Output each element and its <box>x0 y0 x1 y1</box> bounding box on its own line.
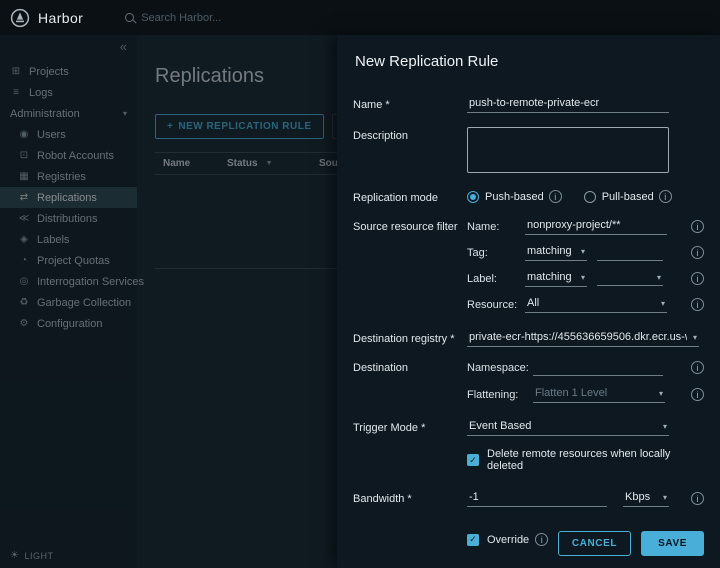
replication-mode-label: Replication mode <box>353 189 467 204</box>
filter-label-label: Label: <box>467 273 525 285</box>
chevron-down-icon: ▾ <box>663 422 667 431</box>
destination-registry-value: private-ecr-https://455636659506.dkr.ecr… <box>469 331 687 343</box>
source-resource-filter-label: Source resource filter <box>353 218 467 322</box>
destination-registry-label: Destination registry * <box>353 330 467 347</box>
bandwidth-unit-value: Kbps <box>625 491 650 503</box>
cancel-button[interactable]: CANCEL <box>558 531 631 556</box>
filter-resource-info-icon[interactable]: i <box>691 298 704 311</box>
chevron-down-icon: ▾ <box>581 273 585 282</box>
trigger-mode-select[interactable]: Event Based ▾ <box>467 419 669 436</box>
app: Harbor « ⊞ Projects ≡ Logs Administratio… <box>0 0 720 568</box>
filter-tag-mode-value: matching <box>527 245 572 257</box>
filter-name-info-icon[interactable]: i <box>691 220 704 233</box>
search-icon <box>125 13 134 22</box>
new-replication-rule-modal: New Replication Rule Name * Description … <box>337 35 720 568</box>
flattening-label: Flattening: <box>467 389 533 401</box>
flattening-info-icon[interactable]: i <box>691 388 704 401</box>
push-based-label: Push-based <box>485 191 544 203</box>
flattening-select[interactable]: Flatten 1 Level ▾ <box>533 386 665 403</box>
search-input[interactable] <box>141 12 291 24</box>
chevron-down-icon: ▾ <box>581 247 585 256</box>
pull-based-radio[interactable] <box>584 191 596 203</box>
chevron-down-icon: ▾ <box>657 273 661 282</box>
description-textarea[interactable] <box>467 127 669 173</box>
filter-label-info-icon[interactable]: i <box>691 272 704 285</box>
chevron-down-icon: ▾ <box>661 299 665 308</box>
override-info-icon[interactable]: i <box>535 533 548 546</box>
pull-based-label: Pull-based <box>602 191 654 203</box>
filter-row-tag: Tag: matching ▾ i <box>467 244 704 261</box>
chevron-down-icon: ▾ <box>663 493 667 502</box>
filter-name-label: Name: <box>467 221 525 233</box>
trigger-mode-label: Trigger Mode * <box>353 419 467 436</box>
namespace-input[interactable] <box>533 359 663 376</box>
harbor-logo-icon <box>10 8 30 28</box>
filter-label-mode-select[interactable]: matching ▾ <box>525 270 587 287</box>
override-label: Override <box>487 534 529 546</box>
chevron-down-icon: ▾ <box>659 389 663 398</box>
destination-label: Destination <box>353 359 467 413</box>
description-label: Description <box>353 127 467 173</box>
filter-label-value-select[interactable]: ▾ <box>597 272 663 286</box>
bandwidth-label: Bandwidth * <box>353 490 467 507</box>
trigger-mode-value: Event Based <box>469 420 531 432</box>
filter-name-input[interactable] <box>525 218 667 235</box>
delete-remote-checkbox[interactable]: ✓ <box>467 454 479 466</box>
filter-row-label: Label: matching ▾ ▾ i <box>467 270 704 287</box>
bandwidth-unit-select[interactable]: Kbps ▾ <box>623 490 669 507</box>
filter-resource-label: Resource: <box>467 299 525 311</box>
brand-title: Harbor <box>38 10 83 26</box>
destination-flattening-row: Flattening: Flatten 1 Level ▾ i <box>467 386 704 403</box>
flattening-value: Flatten 1 Level <box>535 387 607 399</box>
filter-tag-label: Tag: <box>467 247 525 259</box>
name-input[interactable] <box>467 96 669 113</box>
push-based-radio[interactable] <box>467 191 479 203</box>
filter-resource-select[interactable]: All ▾ <box>525 296 667 313</box>
chevron-down-icon: ▾ <box>693 333 697 342</box>
global-search[interactable] <box>125 12 291 24</box>
destination-namespace-row: Namespace: i <box>467 359 704 376</box>
pull-based-info-icon[interactable]: i <box>659 190 672 203</box>
filter-tag-input[interactable] <box>597 244 663 261</box>
filter-row-resource: Resource: All ▾ i <box>467 296 704 313</box>
override-checkbox[interactable]: ✓ <box>467 534 479 546</box>
push-based-info-icon[interactable]: i <box>549 190 562 203</box>
modal-title: New Replication Rule <box>355 53 704 70</box>
bandwidth-input[interactable] <box>467 490 607 507</box>
namespace-label: Namespace: <box>467 362 533 374</box>
modal-actions: CANCEL SAVE <box>558 531 704 556</box>
check-icon: ✓ <box>469 534 477 545</box>
destination-registry-select[interactable]: private-ecr-https://455636659506.dkr.ecr… <box>467 330 699 347</box>
filter-resource-value: All <box>527 297 539 309</box>
filter-label-mode-value: matching <box>527 271 572 283</box>
bandwidth-info-icon[interactable]: i <box>691 492 704 505</box>
name-label: Name * <box>353 96 467 113</box>
check-icon: ✓ <box>469 455 477 466</box>
filter-tag-mode-select[interactable]: matching ▾ <box>525 244 587 261</box>
app-header: Harbor <box>0 0 720 35</box>
save-button[interactable]: SAVE <box>641 531 704 556</box>
filter-tag-info-icon[interactable]: i <box>691 246 704 259</box>
namespace-info-icon[interactable]: i <box>691 361 704 374</box>
filter-row-name: Name: i <box>467 218 704 235</box>
delete-remote-label: Delete remote resources when locally del… <box>487 448 698 472</box>
